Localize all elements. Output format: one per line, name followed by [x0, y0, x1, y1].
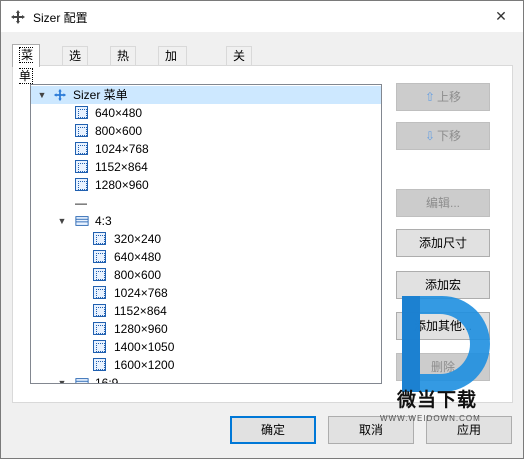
tab-about[interactable]: 关于 — [226, 46, 253, 82]
resolution-icon — [75, 160, 88, 173]
edit-button[interactable]: 编辑... — [396, 189, 490, 217]
ok-button[interactable]: 确定 — [230, 416, 316, 444]
sizer-root-icon — [53, 88, 67, 102]
arrow-down-icon: ⇩ — [424, 129, 436, 143]
resolution-icon — [93, 358, 106, 371]
tree-root-label: Sizer 菜单 — [73, 88, 128, 102]
resolution-icon — [75, 106, 88, 119]
chevron-down-icon[interactable]: ▼ — [57, 374, 67, 383]
tab-load-save[interactable]: 加载/保存 — [158, 46, 188, 120]
close-icon[interactable]: ✕ — [487, 5, 515, 27]
move-up-button[interactable]: ⇧ 上移 — [396, 83, 490, 111]
watermark-url: WWW.WEIDOWN.COM — [380, 414, 481, 423]
folder-group-icon — [75, 378, 89, 383]
tab-options[interactable]: 选项 — [62, 46, 89, 82]
chevron-down-icon[interactable]: ▼ — [57, 212, 67, 230]
tab-hotkeys[interactable]: 热键 — [110, 46, 137, 82]
sizer-app-icon — [11, 10, 25, 24]
chevron-down-icon[interactable]: ▼ — [37, 86, 47, 104]
resolution-icon — [75, 124, 88, 137]
title-bar: Sizer 配置 ✕ — [1, 1, 523, 32]
resolution-icon — [93, 250, 106, 263]
resolution-icon — [93, 286, 106, 299]
resolution-icon — [93, 340, 106, 353]
tab-menu[interactable]: 菜单 — [12, 44, 41, 84]
resolution-icon — [75, 142, 88, 155]
arrow-up-icon: ⇧ — [424, 90, 436, 104]
resolution-icon — [93, 268, 106, 281]
resolution-icon — [93, 304, 106, 317]
resolution-icon — [93, 322, 106, 335]
folder-group-icon — [75, 216, 89, 226]
resolution-icon — [75, 178, 88, 191]
add-size-button[interactable]: 添加尺寸 — [396, 229, 490, 257]
tree-root-row[interactable]: ▼ Sizer 菜单 — [31, 86, 381, 104]
window-title: Sizer 配置 — [33, 11, 88, 25]
watermark-text: 微当下载 — [397, 390, 478, 411]
resolution-icon — [93, 232, 106, 245]
move-down-button[interactable]: ⇩ 下移 — [396, 122, 490, 150]
menu-tree[interactable]: ▼ Sizer 菜单 640×480 800×600 1024×768 1152… — [30, 84, 382, 384]
